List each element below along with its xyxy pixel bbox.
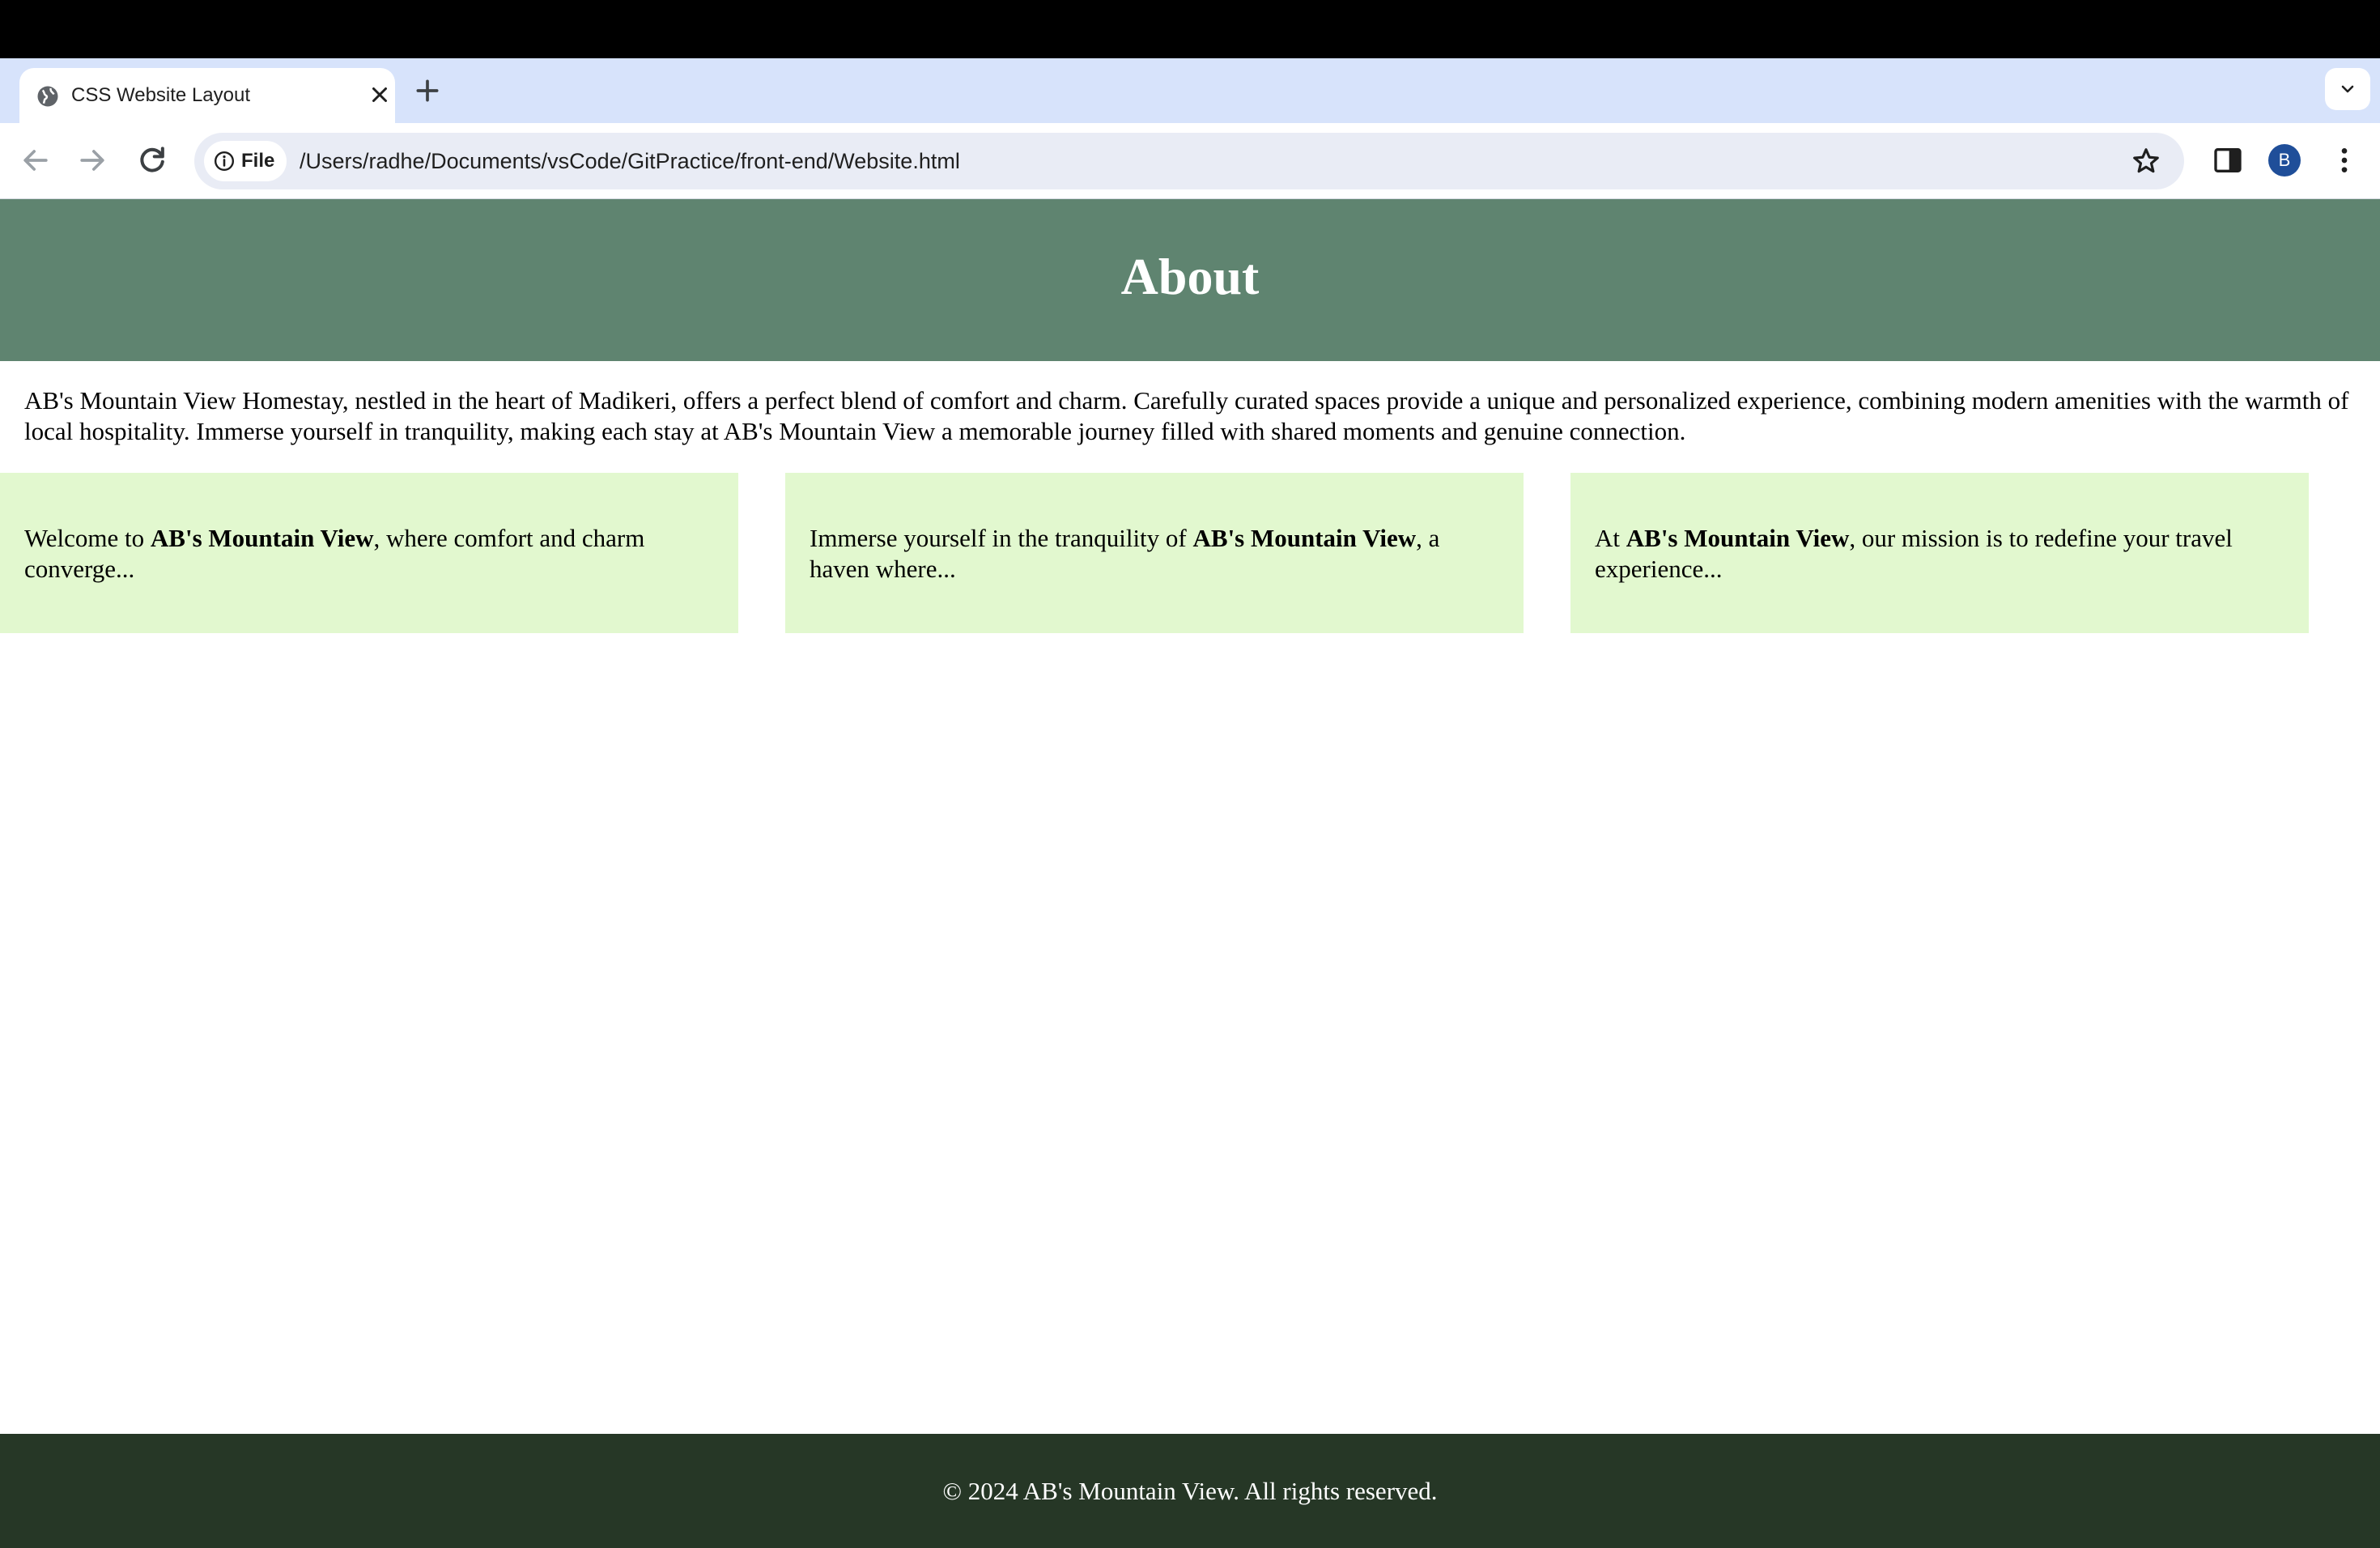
card-text: At AB's Mountain View, our mission is to… bbox=[1595, 523, 2284, 585]
back-arrow-icon[interactable] bbox=[18, 142, 53, 178]
card-text: Immerse yourself in the tranquility of A… bbox=[810, 523, 1499, 585]
system-top-bar bbox=[0, 0, 2380, 58]
close-icon[interactable] bbox=[368, 83, 392, 107]
profile-avatar[interactable]: B bbox=[2268, 144, 2301, 176]
feature-card: At AB's Mountain View, our mission is to… bbox=[1570, 473, 2309, 633]
feature-card: Welcome to AB's Mountain View, where com… bbox=[0, 473, 738, 633]
page-header: About bbox=[0, 199, 2380, 361]
card-text-before: At bbox=[1595, 524, 1626, 552]
card-text-bold: AB's Mountain View bbox=[150, 524, 374, 552]
tab-search-button[interactable] bbox=[2325, 68, 2370, 110]
globe-icon bbox=[37, 86, 58, 107]
page-title: About bbox=[1120, 248, 1260, 305]
about-paragraph: AB's Mountain View Homestay, nestled in … bbox=[24, 386, 2349, 445]
reload-icon[interactable] bbox=[134, 142, 170, 178]
tab-css-website-layout[interactable]: CSS Website Layout bbox=[19, 68, 395, 123]
card-text-bold: AB's Mountain View bbox=[1626, 524, 1850, 552]
feature-card: Immerse yourself in the tranquility of A… bbox=[785, 473, 1524, 633]
chevron-down-icon bbox=[2341, 85, 2354, 93]
card-text-bold: AB's Mountain View bbox=[1192, 524, 1417, 552]
card-text-before: Welcome to bbox=[24, 524, 151, 552]
more-menu-icon[interactable] bbox=[2328, 144, 2361, 176]
site-info-label: File bbox=[241, 150, 275, 172]
browser-toolbar: File /Users/radhe/Documents/vsCode/GitPr… bbox=[0, 123, 2380, 199]
card-text-before: Immerse yourself in the tranquility of bbox=[810, 524, 1193, 552]
page-footer: © 2024 AB's Mountain View. All rights re… bbox=[0, 1434, 2380, 1548]
side-panel-icon[interactable] bbox=[2212, 144, 2244, 176]
info-icon bbox=[214, 151, 235, 172]
footer-copyright: © 2024 AB's Mountain View. All rights re… bbox=[942, 1477, 1438, 1505]
card-text: Welcome to AB's Mountain View, where com… bbox=[24, 523, 714, 585]
new-tab-plus-icon[interactable] bbox=[411, 74, 444, 107]
tab-title: CSS Website Layout bbox=[71, 84, 251, 106]
url-text[interactable]: /Users/radhe/Documents/vsCode/GitPractic… bbox=[300, 148, 960, 174]
page-viewport: About AB's Mountain View Homestay, nestl… bbox=[0, 199, 2380, 1548]
forward-arrow-icon[interactable] bbox=[74, 142, 110, 178]
tab-strip: CSS Website Layout bbox=[0, 58, 2380, 123]
bookmark-star-icon[interactable] bbox=[2131, 146, 2161, 176]
address-bar[interactable]: File /Users/radhe/Documents/vsCode/GitPr… bbox=[194, 133, 2184, 189]
